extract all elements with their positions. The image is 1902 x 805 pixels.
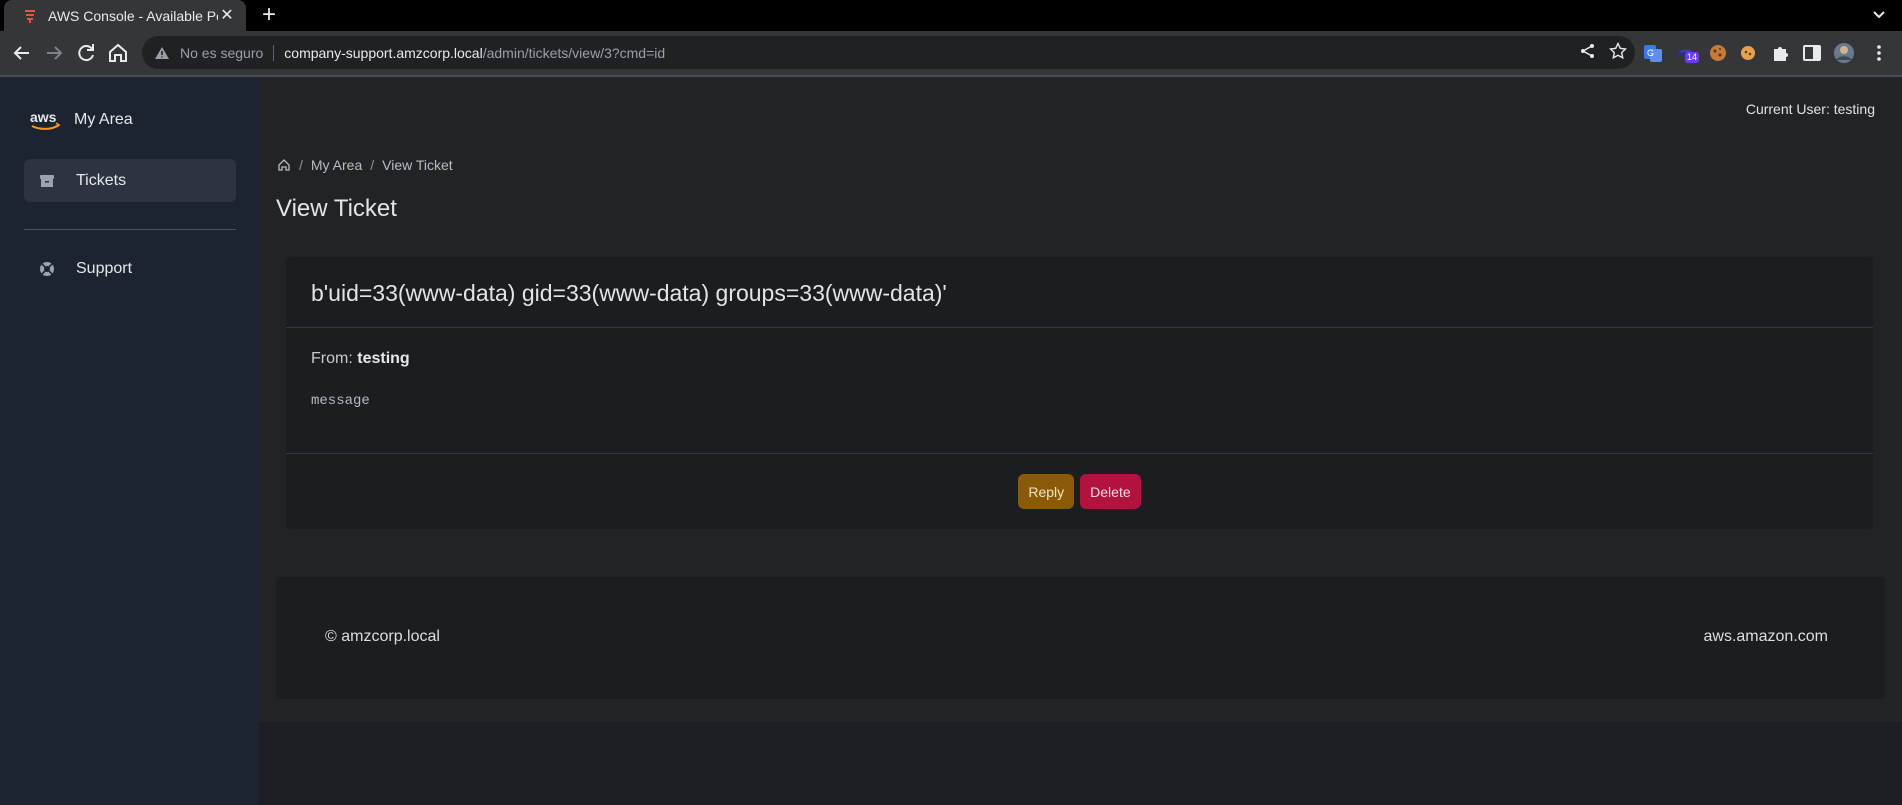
- url-path: /admin/tickets/view/3?cmd=id: [482, 44, 666, 61]
- browser-tab-strip: AWS Console - Available Positions ✕ +: [0, 0, 1902, 31]
- address-separator: [273, 44, 275, 61]
- archive-icon: [40, 174, 54, 187]
- tab-close-icon[interactable]: ✕: [218, 7, 236, 25]
- not-secure-label: No es seguro: [180, 44, 264, 61]
- lifebuoy-icon: [40, 261, 54, 276]
- address-bar[interactable]: No es seguro company-support.amzcorp.loc…: [142, 36, 1635, 69]
- profile-avatar-icon[interactable]: [1833, 42, 1855, 64]
- back-arrow-icon[interactable]: [10, 41, 34, 65]
- breadcrumb-my-area[interactable]: My Area: [311, 157, 362, 173]
- page-footer: © amzcorp.local aws.amazon.com: [276, 577, 1885, 699]
- reply-button[interactable]: Reply: [1018, 474, 1075, 509]
- browser-tab[interactable]: AWS Console - Available Positions ✕: [4, 0, 246, 31]
- home-icon[interactable]: [277, 158, 291, 172]
- from-label: From:: [311, 350, 353, 367]
- ticket-subject: b'uid=33(www-data) gid=33(www-data) grou…: [311, 280, 947, 306]
- current-user: Current User: testing: [1745, 101, 1875, 117]
- footer-link[interactable]: aws.amazon.com: [1704, 628, 1829, 646]
- favicon-icon: [25, 9, 35, 23]
- main-content: Current User: testing / My Area / View T…: [259, 77, 1902, 805]
- breadcrumb: / My Area / View Ticket: [277, 157, 453, 173]
- share-icon[interactable]: [1579, 42, 1597, 60]
- ticket-message: message: [311, 393, 370, 409]
- extension-badge: 14: [1685, 52, 1700, 63]
- new-tab-icon[interactable]: +: [258, 3, 280, 27]
- extensions-puzzle-icon[interactable]: [1769, 42, 1791, 64]
- home-icon[interactable]: [106, 41, 130, 65]
- aws-logo-icon: aws: [30, 109, 61, 130]
- brand-title: My Area: [74, 111, 133, 128]
- brand-link[interactable]: aws My Area: [30, 109, 133, 131]
- breadcrumb-separator: /: [299, 157, 303, 173]
- sidebar: aws My Area Tickets Support: [0, 77, 259, 805]
- sidebar-divider: [24, 229, 236, 230]
- ticket-body: From: testing message: [286, 328, 1873, 454]
- forward-arrow-icon[interactable]: [42, 41, 66, 65]
- ublock-extension[interactable]: 14: [1675, 42, 1700, 64]
- warning-icon: [155, 46, 169, 59]
- ticket-actions: Reply Delete: [286, 454, 1873, 529]
- cookie-extension-icon[interactable]: [1707, 42, 1729, 64]
- ticket-header: b'uid=33(www-data) gid=33(www-data) grou…: [286, 257, 1873, 328]
- ticket-from: From: testing: [311, 350, 1873, 368]
- browser-menu-icon[interactable]: [1868, 42, 1890, 64]
- url-host: company-support.amzcorp.local: [284, 44, 483, 61]
- side-panel-icon[interactable]: [1801, 42, 1823, 64]
- ticket-card: b'uid=33(www-data) gid=33(www-data) grou…: [286, 257, 1873, 529]
- bookmark-star-icon[interactable]: [1609, 42, 1627, 60]
- reload-icon[interactable]: [74, 41, 98, 65]
- sidebar-item-support[interactable]: Support: [24, 247, 236, 290]
- from-user: testing: [357, 350, 410, 367]
- content-area: Current User: testing / My Area / View T…: [259, 77, 1902, 722]
- tab-title: AWS Console - Available Positions: [48, 7, 218, 24]
- sidebar-item-tickets[interactable]: Tickets: [24, 159, 236, 202]
- sidebar-item-label: Tickets: [76, 171, 127, 189]
- breadcrumb-current: View Ticket: [382, 157, 453, 173]
- cookie-editor-extension-icon[interactable]: [1737, 42, 1759, 64]
- tab-search-chevron-icon[interactable]: [1870, 6, 1888, 24]
- browser-toolbar: No es seguro company-support.amzcorp.loc…: [0, 31, 1902, 75]
- breadcrumb-separator: /: [370, 157, 375, 173]
- svg-text:aws: aws: [30, 109, 57, 125]
- footer-copyright: © amzcorp.local: [325, 628, 440, 645]
- sidebar-item-label: Support: [76, 259, 133, 277]
- page-title: View Ticket: [276, 195, 397, 222]
- delete-button[interactable]: Delete: [1080, 474, 1141, 509]
- svg-text:G: G: [1647, 48, 1654, 58]
- translate-extension-icon[interactable]: G: [1642, 42, 1664, 64]
